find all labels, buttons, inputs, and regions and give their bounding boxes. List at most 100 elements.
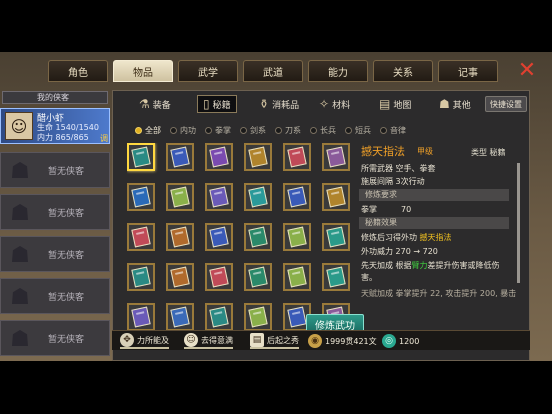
trait-1[interactable]: ✥ 力所能及	[120, 333, 169, 349]
detail-scrollbar[interactable]	[517, 163, 520, 283]
status-bar: ✥ 力所能及 ☺ 去得意满 ▤ 后起之秀 ◉ 1999贯421文 ◎ 1200	[112, 330, 530, 350]
item-slot[interactable]	[166, 223, 194, 251]
filter-short[interactable]: 短兵	[345, 123, 371, 137]
item-slot[interactable]	[127, 303, 155, 331]
tab-wudao[interactable]: 武道	[243, 60, 303, 82]
item-slot[interactable]	[127, 183, 155, 211]
tab-role[interactable]: 角色	[48, 60, 108, 82]
item-slot[interactable]	[166, 303, 194, 331]
manual-book-icon	[326, 186, 346, 208]
item-slot[interactable]	[205, 183, 233, 211]
filter-music[interactable]: 音律	[380, 123, 406, 137]
filter-long[interactable]: 长兵	[310, 123, 336, 137]
silhouette-icon: ☗	[10, 242, 30, 268]
potion-icon: ⚱	[259, 97, 270, 111]
filter-fist[interactable]: 拳掌	[205, 123, 231, 137]
map-icon: ▤	[379, 97, 391, 111]
filter-all[interactable]: 全部	[135, 123, 161, 137]
equipment-icon: ⚗	[139, 97, 150, 111]
item-slot[interactable]	[205, 223, 233, 251]
radio-dot	[205, 126, 212, 134]
manual-book-icon	[209, 266, 229, 288]
filter-inner[interactable]: 内功	[170, 123, 196, 137]
manual-book-icon	[287, 306, 307, 328]
hero-card[interactable]: ☺ 醋小虾 生命 1540/1540 内力 865/865 调	[0, 108, 110, 144]
tab-relations[interactable]: 关系	[373, 60, 433, 82]
category-manuals[interactable]: ▯ 秘籍	[197, 95, 237, 113]
tab-martial[interactable]: 武学	[178, 60, 238, 82]
item-slot[interactable]	[283, 143, 311, 171]
manual-book-icon	[287, 146, 307, 168]
close-icon[interactable]: ✕	[514, 58, 540, 83]
manual-book-icon	[131, 146, 151, 168]
item-slot[interactable]	[205, 303, 233, 331]
points-display: ◎ 1200	[382, 333, 419, 349]
item-slot[interactable]	[283, 183, 311, 211]
item-slot[interactable]	[244, 263, 272, 291]
item-slot[interactable]	[283, 263, 311, 291]
item-slot[interactable]	[244, 223, 272, 251]
manual-book-icon	[170, 186, 190, 208]
manual-book-icon	[326, 226, 346, 248]
empty-hero-slot[interactable]: ☗ 暂无侠客	[0, 320, 110, 356]
category-maps[interactable]: ▤ 地图	[379, 95, 411, 113]
radio-dot	[275, 126, 282, 134]
avatar: ☺	[5, 112, 33, 140]
tab-ability[interactable]: 能力	[308, 60, 368, 82]
category-materials[interactable]: ✧ 材料	[319, 95, 350, 113]
manual-book-icon	[287, 266, 307, 288]
jade-icon: ◎	[382, 334, 396, 348]
item-slot[interactable]	[244, 303, 272, 331]
manual-book-icon	[170, 226, 190, 248]
tab-journal[interactable]: 记事	[438, 60, 498, 82]
empty-hero-slot[interactable]: ☗ 暂无侠客	[0, 152, 110, 188]
empty-hero-slot[interactable]: ☗ 暂无侠客	[0, 236, 110, 272]
item-slot[interactable]	[244, 183, 272, 211]
item-slot[interactable]	[205, 143, 233, 171]
item-slot[interactable]	[166, 143, 194, 171]
item-slot[interactable]	[127, 223, 155, 251]
face-icon: ☺	[184, 333, 198, 347]
filter-sword[interactable]: 剑系	[240, 123, 266, 137]
item-slot[interactable]	[127, 263, 155, 291]
item-slot[interactable]	[244, 143, 272, 171]
silhouette-icon: ☗	[10, 326, 30, 352]
item-slot[interactable]	[322, 143, 350, 171]
filter-blade[interactable]: 刀系	[275, 123, 301, 137]
manual-book-icon	[131, 226, 151, 248]
hero-mp: 内力 865/865	[37, 133, 89, 142]
other-icon: ☗	[439, 97, 450, 111]
item-slot[interactable]	[283, 223, 311, 251]
letterbox-bottom	[0, 361, 552, 414]
effects-header: 秘籍效果	[359, 217, 509, 229]
adjust-button[interactable]: 调	[100, 133, 108, 144]
item-slot[interactable]	[166, 263, 194, 291]
empty-hero-slot[interactable]: ☗ 暂无侠客	[0, 194, 110, 230]
empty-hero-slot[interactable]: ☗ 暂无侠客	[0, 278, 110, 314]
radio-dot	[345, 126, 352, 134]
item-slot[interactable]	[166, 183, 194, 211]
radio-dot	[240, 126, 247, 134]
item-slot[interactable]	[205, 263, 233, 291]
money-display: ◉ 1999贯421文	[308, 333, 377, 349]
letterbox-top	[0, 0, 552, 52]
manual-book-icon	[248, 186, 268, 208]
item-slot[interactable]	[322, 183, 350, 211]
trait-2[interactable]: ☺ 去得意满	[184, 333, 233, 349]
item-slot[interactable]	[322, 223, 350, 251]
manual-book-icon	[170, 146, 190, 168]
category-consumables[interactable]: ⚱ 消耗品	[259, 95, 299, 113]
effect-learn: 修炼后习得外功 撼天指法	[361, 233, 452, 242]
category-other[interactable]: ☗ 其他	[439, 95, 471, 113]
quick-settings-button[interactable]: 快捷设置	[485, 96, 527, 112]
item-slot[interactable]	[127, 143, 155, 171]
effect-talent: 天赋加成 拳掌提升 22, 攻击提升 200, 暴击	[361, 289, 517, 298]
category-equipment[interactable]: ⚗ 装备	[139, 95, 171, 113]
scroll-icon: ▤	[250, 333, 264, 347]
trait-3[interactable]: ▤ 后起之秀	[250, 333, 299, 349]
item-slot[interactable]	[322, 263, 350, 291]
manual-book-icon	[287, 226, 307, 248]
tab-items[interactable]: 物品	[113, 60, 173, 82]
weapon-requirement: 所需武器 空手、拳套	[361, 164, 436, 173]
coin-icon: ◉	[308, 334, 322, 348]
